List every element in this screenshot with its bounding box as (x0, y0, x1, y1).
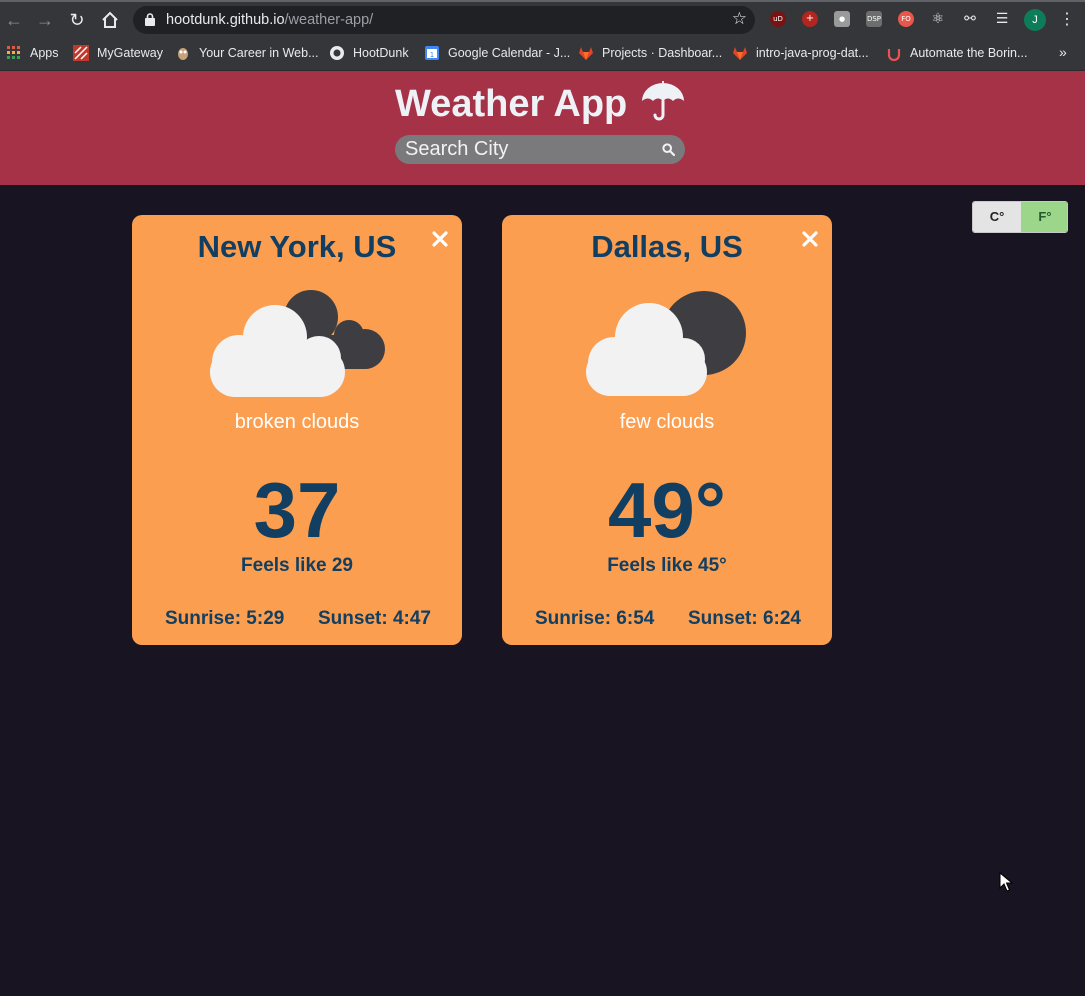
umbrella-icon (642, 81, 684, 121)
app-header: Weather App (0, 71, 1085, 185)
bookmarks-overflow-chevron[interactable]: » (1059, 44, 1067, 60)
card-city: Dallas, US (591, 229, 743, 264)
close-icon[interactable] (800, 229, 820, 249)
gitlab-icon-2 (733, 47, 747, 60)
card-feels-like: Feels like 29 (241, 555, 353, 576)
address-bar[interactable]: hootdunk.github.io/weather-app/ ☆ (133, 6, 755, 34)
weather-card: Dallas, US few clouds 49° Feels like 45°… (502, 215, 832, 645)
fo-extension-icon[interactable]: FO (898, 11, 914, 27)
search-input[interactable] (405, 137, 655, 162)
fahrenheit-button[interactable]: F° (1021, 202, 1067, 232)
bookmark-google-calendar[interactable]: Google Calendar - J... (448, 45, 570, 61)
card-sunrise: Sunrise: 5:29 (165, 608, 285, 629)
bookmark-star-icon[interactable]: ☆ (732, 9, 747, 29)
bookmark-projects[interactable]: Projects · Dashboar... (602, 45, 722, 61)
few-clouds-icon (586, 291, 746, 396)
lock-icon (145, 13, 155, 26)
bookmark-hootdunk[interactable]: HootDunk (353, 45, 409, 61)
apps-grid-icon (7, 46, 20, 59)
home-icon[interactable] (98, 8, 122, 32)
url-host: hootdunk.github.io (166, 12, 285, 28)
bookmark-automate[interactable]: Automate the Borin... (910, 45, 1027, 61)
card-sunset: Sunset: 4:47 (318, 608, 431, 629)
card-feels-like: Feels like 45° (607, 555, 727, 576)
svg-text:1: 1 (430, 51, 434, 59)
reading-list-icon[interactable]: ☰ (994, 11, 1010, 27)
mygateway-icon (73, 45, 89, 61)
card-description: few clouds (619, 411, 715, 433)
bookmark-career[interactable]: Your Career in Web... (199, 45, 319, 61)
google-calendar-icon: 1 (425, 46, 439, 60)
weather-card: New York, US broken clouds 37 Feels like… (132, 215, 462, 645)
url-path: /weather-app/ (284, 12, 374, 28)
tab-strip-edge (0, 0, 1085, 2)
bookmark-apps[interactable]: Apps (30, 45, 59, 61)
celsius-button[interactable]: C° (973, 202, 1021, 232)
forward-arrow-icon[interactable]: → (33, 8, 57, 32)
card-temperature: 37 (253, 466, 341, 554)
bulb-extension-icon[interactable]: ● (834, 11, 850, 27)
gitlab-icon (579, 47, 593, 60)
github-icon (330, 46, 344, 60)
browser-menu-icon[interactable]: ⋮ (1059, 9, 1075, 29)
puzzle-extensions-icon[interactable]: ⚯ (962, 11, 978, 27)
bookmark-mygateway[interactable]: MyGateway (97, 45, 163, 61)
browser-toolbar: ← → ↻ hootdunk.github.io/weather-app/ ☆ … (0, 0, 1085, 40)
profile-avatar[interactable]: J (1024, 9, 1046, 31)
search-box[interactable] (395, 135, 685, 164)
card-city: New York, US (197, 229, 397, 264)
unit-toggle: C° F° (972, 201, 1068, 233)
close-icon[interactable] (430, 229, 450, 249)
url-text: hootdunk.github.io/weather-app/ (166, 12, 373, 28)
mouse-cursor-icon (999, 872, 1013, 892)
udemy-icon (887, 49, 901, 61)
page-title: Weather App (395, 83, 628, 125)
card-sunrise: Sunrise: 6:54 (535, 608, 655, 629)
bookmark-intro-java[interactable]: intro-java-prog-dat... (756, 45, 869, 61)
card-sunset: Sunset: 6:24 (688, 608, 801, 629)
plus-extension-icon[interactable]: + (802, 11, 818, 27)
broken-clouds-icon (210, 290, 385, 397)
card-description: broken clouds (234, 411, 360, 433)
dsp-extension-icon[interactable]: DSP (866, 11, 882, 27)
reload-icon[interactable]: ↻ (65, 8, 89, 32)
search-icon[interactable] (662, 143, 675, 156)
ublock-extension-icon[interactable]: uD (770, 11, 786, 27)
owl-icon (178, 48, 188, 60)
back-arrow-icon[interactable]: ← (2, 8, 26, 32)
card-temperature: 49° (608, 466, 726, 554)
react-extension-icon[interactable]: ⚛ (930, 11, 946, 27)
bookmarks-bar: Apps MyGateway Your Career in Web... Hoo… (0, 40, 1085, 71)
